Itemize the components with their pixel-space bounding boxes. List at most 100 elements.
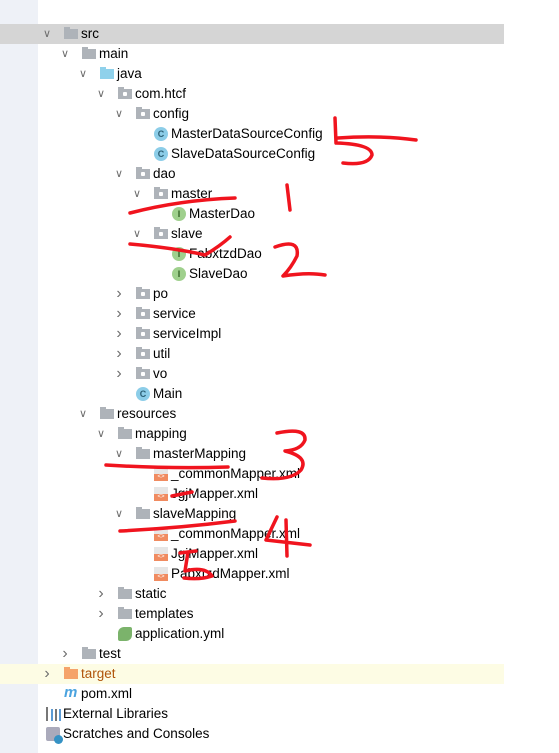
tree-item-label: JgjMapper.xml — [171, 486, 259, 501]
tree-item[interactable]: › vo — [0, 364, 504, 384]
tree-item[interactable]: C SlaveDataSourceConfig — [0, 144, 504, 164]
tree-item-label: main — [99, 46, 129, 61]
chevron-down-icon[interactable]: ∨ — [95, 84, 107, 104]
tree-item[interactable]: _commonMapper.xml — [0, 524, 504, 544]
tree-item-label: masterMapping — [153, 446, 247, 461]
tree-item-label: SlaveDataSourceConfig — [171, 146, 316, 161]
package-icon — [118, 87, 132, 99]
chevron-down-icon[interactable]: ∨ — [77, 64, 89, 84]
tree-item-label: application.yml — [135, 626, 225, 641]
tree-item[interactable]: ∨ masterMapping — [0, 444, 504, 464]
tree-item-label: pom.xml — [81, 686, 133, 701]
tree-item[interactable]: ∨ main — [0, 44, 504, 64]
tree-item[interactable]: › target — [0, 664, 504, 684]
tree-item[interactable]: ∨ com.htcf — [0, 84, 504, 104]
tree-item[interactable]: Scratches and Consoles — [0, 724, 504, 744]
tree-item-label: Main — [153, 386, 183, 401]
chevron-right-icon[interactable]: › — [113, 324, 125, 344]
chevron-down-icon[interactable]: ∨ — [113, 164, 125, 184]
tree-item[interactable]: › po — [0, 284, 504, 304]
tree-item[interactable]: m pom.xml — [0, 684, 504, 704]
chevron-down-icon[interactable]: ∨ — [41, 24, 53, 44]
tree-item[interactable]: ∨ mapping — [0, 424, 504, 444]
tree-item[interactable]: › service — [0, 304, 504, 324]
tree-item[interactable]: I FabxtzdDao — [0, 244, 504, 264]
chevron-right-icon[interactable]: › — [59, 644, 71, 664]
tree-item[interactable]: ∨ master — [0, 184, 504, 204]
chevron-down-icon[interactable]: ∨ — [113, 104, 125, 124]
tree-item-label: vo — [153, 366, 168, 381]
chevron-down-icon[interactable]: ∨ — [77, 404, 89, 424]
class-icon: C — [154, 127, 168, 141]
tree-item[interactable]: › util — [0, 344, 504, 364]
tree-item[interactable]: ∨ resources — [0, 404, 504, 424]
tree-item-label: templates — [135, 606, 194, 621]
chevron-down-icon[interactable]: ∨ — [95, 424, 107, 444]
tree-item[interactable]: ∨ slaveMapping — [0, 504, 504, 524]
package-icon — [136, 327, 150, 339]
maven-icon: m — [64, 684, 78, 701]
project-tree: ∨ src ∨ main ∨ java ∨ com.htcf ∨ config C MasterDat… — [0, 24, 504, 744]
tree-item[interactable]: › static — [0, 584, 504, 604]
tree-item-label: java — [117, 66, 142, 81]
package-icon — [136, 287, 150, 299]
folder-icon — [82, 647, 96, 659]
tree-item-label: resources — [117, 406, 177, 421]
tree-item[interactable]: C Main — [0, 384, 504, 404]
tree-item[interactable]: ∨ src — [0, 24, 504, 44]
resources-folder-icon — [100, 407, 114, 419]
tree-item[interactable]: › templates — [0, 604, 504, 624]
chevron-right-icon[interactable]: › — [113, 284, 125, 304]
chevron-right-icon[interactable]: › — [41, 664, 53, 684]
chevron-down-icon[interactable]: ∨ — [113, 444, 125, 464]
chevron-down-icon[interactable]: ∨ — [131, 184, 143, 204]
tree-item[interactable]: PabxtzdMapper.xml — [0, 564, 504, 584]
chevron-right-icon[interactable]: › — [113, 304, 125, 324]
chevron-right-icon[interactable]: › — [113, 344, 125, 364]
tree-item[interactable]: I MasterDao — [0, 204, 504, 224]
tree-item-label: _commonMapper.xml — [171, 466, 301, 481]
tree-item[interactable]: JgjMapper.xml — [0, 544, 504, 564]
tree-item-label: service — [153, 306, 196, 321]
tree-item-label: mapping — [135, 426, 187, 441]
tree-item[interactable]: _commonMapper.xml — [0, 464, 504, 484]
package-icon — [136, 367, 150, 379]
tree-item-label: config — [153, 106, 190, 121]
tree-item[interactable]: ∨ slave — [0, 224, 504, 244]
package-icon — [136, 167, 150, 179]
tree-item[interactable]: C MasterDataSourceConfig — [0, 124, 504, 144]
tree-item[interactable]: JgjMapper.xml — [0, 484, 504, 504]
package-icon — [154, 227, 168, 239]
chevron-down-icon[interactable]: ∨ — [131, 224, 143, 244]
chevron-down-icon[interactable]: ∨ — [113, 504, 125, 524]
tree-item-label: FabxtzdDao — [189, 246, 262, 261]
chevron-down-icon[interactable]: ∨ — [59, 44, 71, 64]
excluded-folder-icon — [64, 667, 78, 679]
tree-item-label: target — [81, 666, 116, 681]
tree-item-label: External Libraries — [63, 706, 169, 721]
tree-item-label: po — [153, 286, 169, 301]
tree-item-label: slave — [171, 226, 203, 241]
tree-item[interactable]: ∨ config — [0, 104, 504, 124]
tree-item-label: src — [81, 26, 99, 41]
interface-icon: I — [172, 207, 186, 221]
tree-item-label: com.htcf — [135, 86, 187, 101]
tree-item-label: _commonMapper.xml — [171, 526, 301, 541]
tree-item[interactable]: External Libraries — [0, 704, 504, 724]
chevron-right-icon[interactable]: › — [113, 364, 125, 384]
folder-icon — [118, 427, 132, 439]
tree-item-label: master — [171, 186, 213, 201]
tree-item[interactable]: ∨ dao — [0, 164, 504, 184]
folder-icon — [136, 447, 150, 459]
xml-file-icon — [154, 527, 168, 541]
tree-item[interactable]: › serviceImpl — [0, 324, 504, 344]
tree-item-label: PabxtzdMapper.xml — [171, 566, 290, 581]
tree-item[interactable]: › test — [0, 644, 504, 664]
tree-item[interactable]: ∨ java — [0, 64, 504, 84]
package-icon — [154, 187, 168, 199]
tree-item[interactable]: application.yml — [0, 624, 504, 644]
tree-item-label: MasterDataSourceConfig — [171, 126, 323, 141]
chevron-right-icon[interactable]: › — [95, 584, 107, 604]
tree-item[interactable]: I SlaveDao — [0, 264, 504, 284]
chevron-right-icon[interactable]: › — [95, 604, 107, 624]
